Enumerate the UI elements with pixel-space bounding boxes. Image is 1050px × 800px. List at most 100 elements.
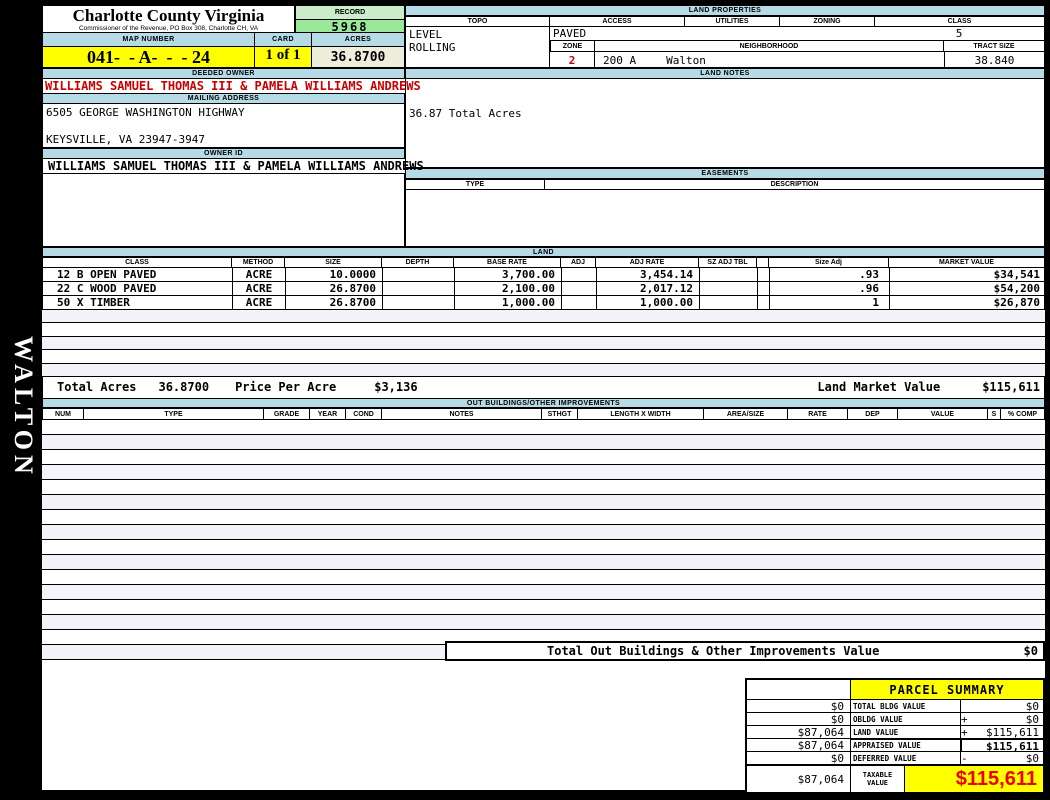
empty-row [42,336,1045,351]
land-row-1: 12 B OPEN PAVED ACRE 10.0000 3,700.00 3,… [42,268,1045,282]
summary-op: + [961,726,975,739]
easements-header-row: TYPE DESCRIPTION [405,179,1045,190]
col-access: ACCESS [550,16,685,27]
summary-label: TOTAL BLDG VALUE [851,700,961,713]
land-totals-row: Total Acres 36.8700 Price Per Acre $3,13… [42,376,1045,399]
land-base-rate: 3,700.00 [455,268,562,281]
spacer-cell [758,282,770,295]
land-row-3: 50 X TIMBER ACRE 26.8700 1,000.00 1,000.… [42,296,1045,310]
prior-value: $87,064 [747,726,851,739]
acres-value[interactable]: 36.8700 [312,47,405,68]
land-note-text: 36.87 Total Acres [409,107,522,120]
access-value: PAVED [553,27,587,40]
land-base-rate: 1,000.00 [455,296,562,309]
owner-id-label: OWNER ID [42,148,405,159]
total-acres-value: 36.8700 [158,380,210,395]
land-row-2: 22 C WOOD PAVED ACRE 26.8700 2,100.00 2,… [42,282,1045,296]
address-line-2: KEYSVILLE, VA 23947-3947 [46,133,205,146]
land-base-rate: 2,100.00 [455,282,562,295]
col-utilities: UTILITIES [685,16,780,27]
deeded-owner-value: WILLIAMS SAMUEL THOMAS III & PAMELA WILL… [42,79,421,93]
land-table-section: LAND CLASS METHOD SIZE DEPTH BASE RATE A… [42,247,1045,399]
col-sthgt: STHGT [542,408,578,420]
land-properties-section: LAND PROPERTIES TOPO ACCESS UTILITIES ZO… [405,5,1045,68]
spacer-cell [757,257,769,268]
summary-value: $115,611 [975,739,1043,753]
land-market-value-total: $115,611 [982,380,1040,395]
land-title: LAND [42,247,1045,257]
topo-value-cell: LEVEL ROLLING [405,27,550,68]
price-per-acre-value: $3,136 [374,380,418,395]
easements-title: EASEMENTS [405,168,1045,179]
taxable-value: $115,611 [905,766,1043,792]
county-title: Charlotte County Virginia [72,6,265,25]
summary-blank-cell [747,680,851,700]
record-value[interactable]: 5968 [295,19,405,34]
land-class: 50 X TIMBER [43,296,233,309]
land-market-value: $26,870 [890,296,1045,309]
total-acres-label: Total Acres [57,380,137,395]
col-year: YEAR [310,408,346,420]
empty-row [42,525,1045,540]
owner-section: DEEDED OWNER WILLIAMS SAMUEL THOMAS III … [42,68,424,247]
district-name-vertical: WALTON [9,336,38,479]
land-notes-title: LAND NOTES [405,68,1045,79]
land-sz-adj-tbl [700,268,758,281]
parcel-summary-section: PARCEL SUMMARY $0 TOTAL BLDG VALUE $0 $0… [745,678,1045,794]
land-size-adj: .96 [770,282,890,295]
taxable-prior-value: $87,064 [747,766,851,792]
summary-value: $0 [975,700,1043,713]
neighborhood-code: 200 A [603,53,637,67]
out-buildings-section: OUT BUILDINGS/OTHER IMPROVEMENTS NUM TYP… [42,398,1045,661]
summary-row: $0 TOTAL BLDG VALUE $0 [747,700,1043,713]
topo-rolling: ROLLING [409,41,456,54]
land-depth [383,268,455,281]
out-buildings-total-value: $0 [1023,644,1038,658]
col-cond: COND [346,408,382,420]
summary-op: + [961,713,975,726]
col-rate: RATE [788,408,848,420]
land-sz-adj-tbl [700,282,758,295]
neighborhood-name: Walton [666,53,706,67]
access-value-row: PAVED 5 [550,27,1044,40]
summary-label: DEFERRED VALUE [851,752,961,765]
col-value: VALUE [898,408,988,420]
easements-empty-box [405,190,1045,247]
summary-op [961,739,975,752]
land-class: 22 C WOOD PAVED [43,282,233,295]
out-buildings-total-label: Total Out Buildings & Other Improvements… [547,644,880,658]
county-subtitle: Commissioner of the Revenue, PO Box 308,… [78,25,259,32]
land-properties-title: LAND PROPERTIES [405,5,1045,16]
summary-op [961,700,975,713]
summary-row: $87,064 LAND VALUE + $115,611 [747,726,1043,739]
land-market-value: $34,541 [890,268,1045,281]
topo-level: LEVEL [409,28,443,41]
empty-row [42,420,1045,435]
empty-row [42,465,1045,480]
prior-value: $87,064 [747,739,851,752]
land-properties-header-row: TOPO ACCESS UTILITIES ZONING CLASS [405,16,1045,27]
empty-row [42,495,1045,510]
prior-value: $0 [747,700,851,713]
land-adj-rate: 2,017.12 [597,282,700,295]
spacer-cell [758,296,770,309]
col-land-adj: ADJ [561,257,596,268]
land-header-row: CLASS METHOD SIZE DEPTH BASE RATE ADJ AD… [42,257,1045,268]
empty-row [42,450,1045,465]
tract-size-value: 38.840 [944,52,1044,68]
land-size: 10.0000 [286,268,383,281]
col-notes: NOTES [382,408,542,420]
col-land-base-rate: BASE RATE [454,257,561,268]
prior-value: $0 [747,713,851,726]
card-value[interactable]: 1 of 1 [255,47,312,68]
easement-type-label: TYPE [405,179,545,190]
map-number-value[interactable]: 041- - A- - - 24 [42,47,255,68]
summary-label: LAND VALUE [851,726,961,739]
col-land-depth: DEPTH [382,257,454,268]
land-adj-rate: 1,000.00 [597,296,700,309]
neighborhood-label: NEIGHBORHOOD [595,40,944,52]
col-land-adj-rate: ADJ RATE [596,257,699,268]
col-land-sz-adj-tbl: SZ ADJ TBL [699,257,757,268]
taxable-row: $87,064 TAXABLE VALUE $115,611 [747,765,1043,792]
empty-row [42,615,1045,630]
